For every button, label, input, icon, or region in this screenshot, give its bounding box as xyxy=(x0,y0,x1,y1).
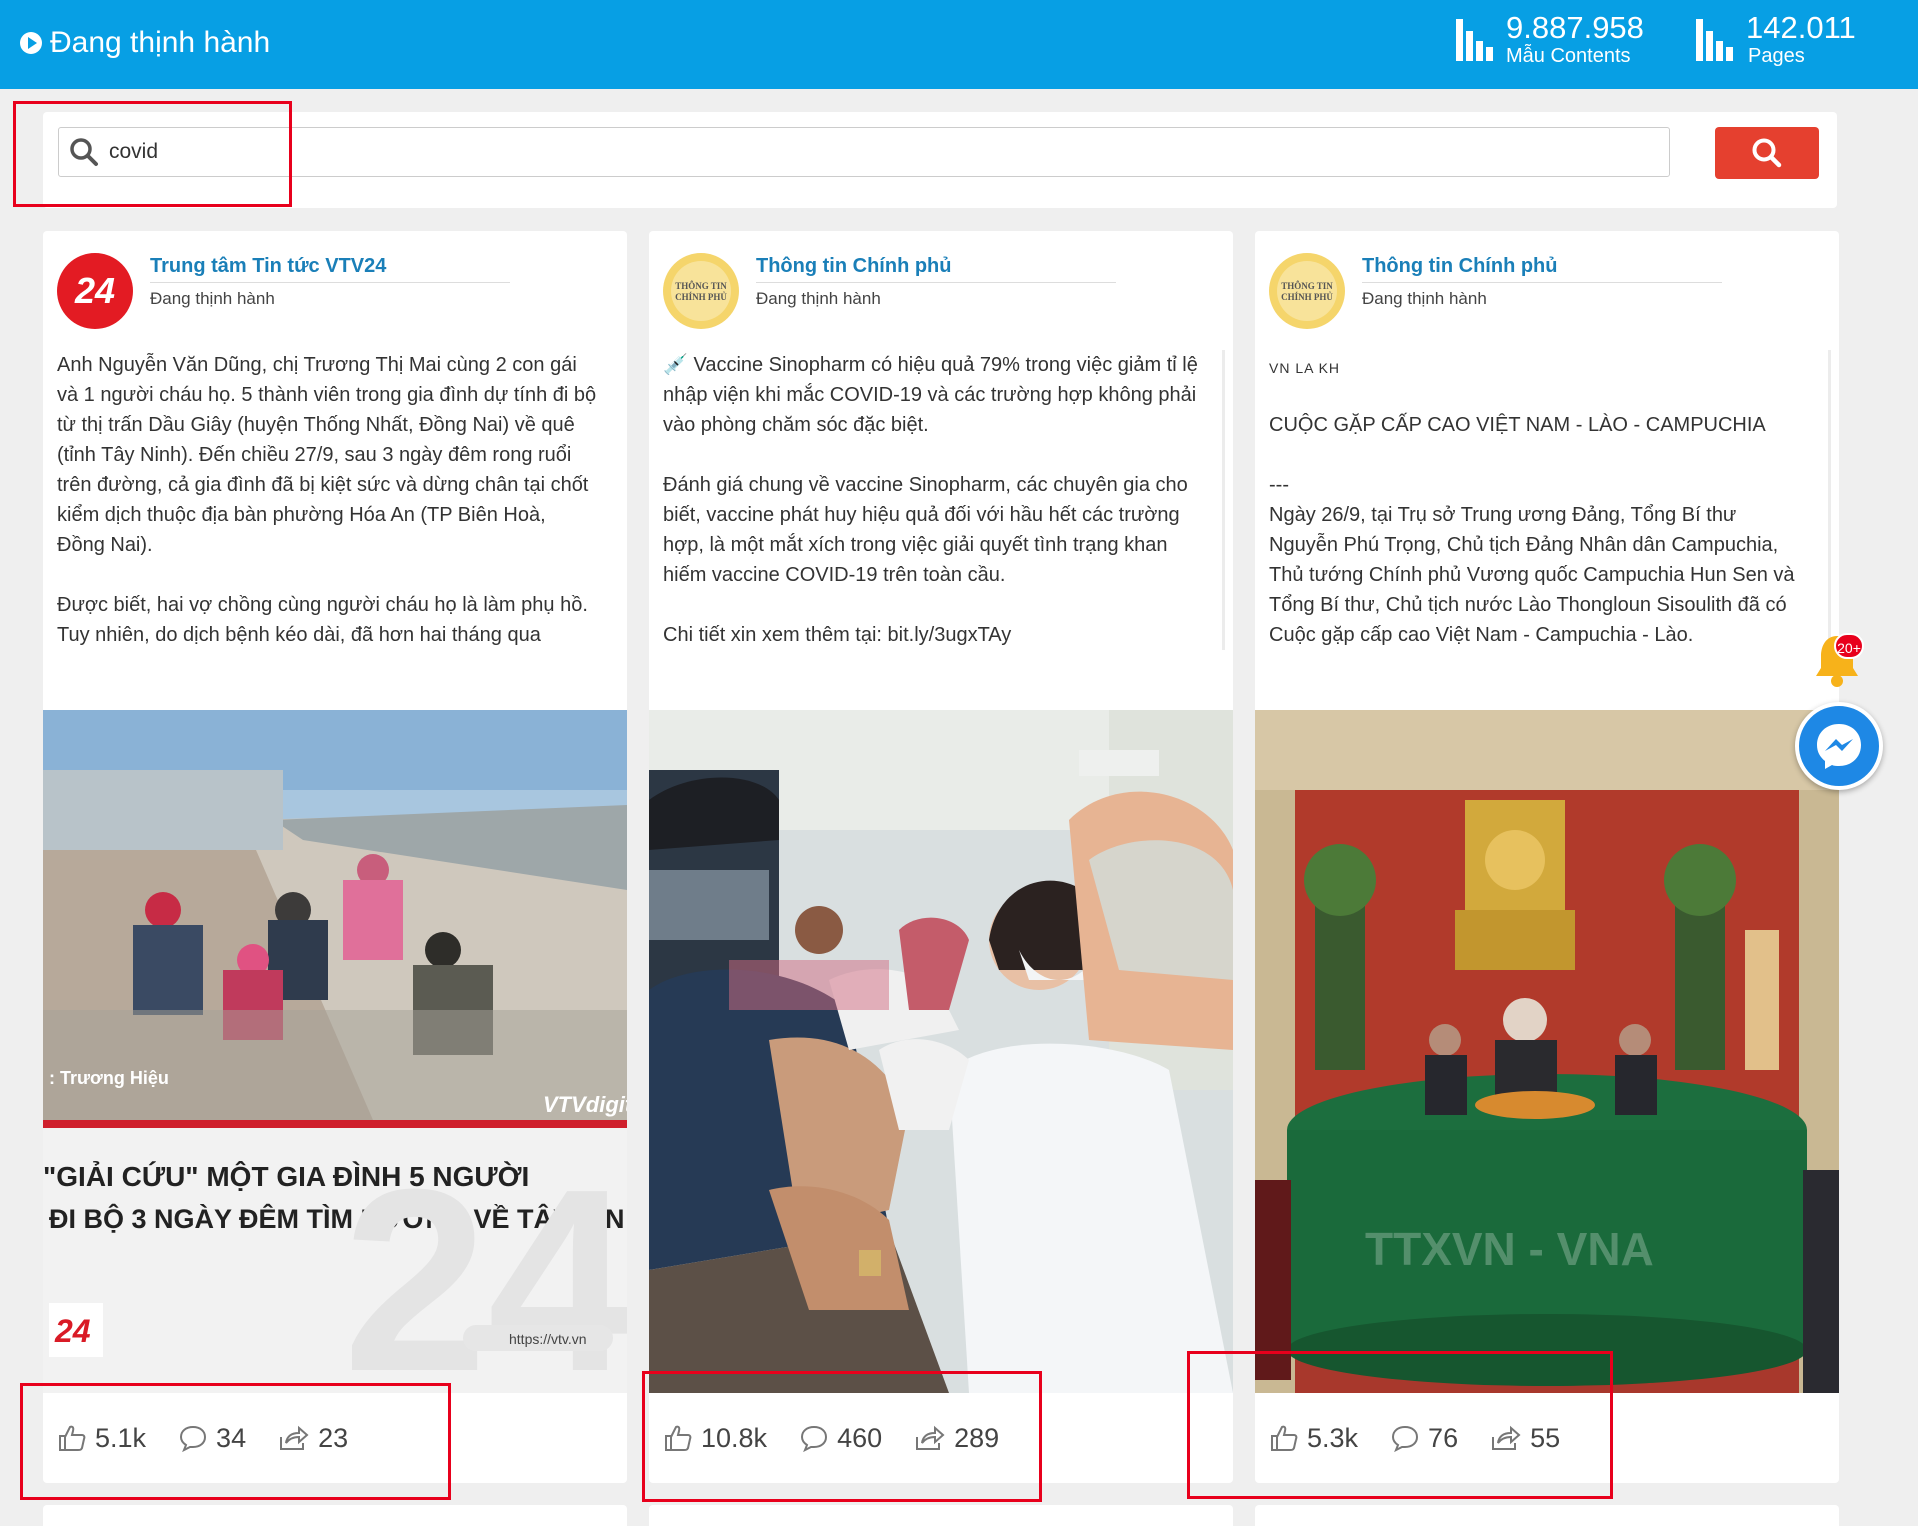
svg-text:THÔNG TIN: THÔNG TIN xyxy=(1281,281,1333,291)
post-card: THÔNG TIN CHÍNH PHỦ Thông tin Chính phủ Đ… xyxy=(1255,231,1839,1483)
page-subtitle: Đang thịnh hành xyxy=(150,289,275,308)
messenger-button[interactable] xyxy=(1795,702,1883,790)
content-scrollbar[interactable] xyxy=(1222,350,1225,650)
post-image[interactable]: : Trương Hiệu VTVdigit "GIẢI CỨU" MỘT GI… xyxy=(43,710,627,1393)
search-icon xyxy=(1752,138,1782,168)
highlight-stats-1 xyxy=(20,1383,451,1500)
stat-contents: 9.887.958 Mẫu Contents xyxy=(1456,12,1644,68)
image-logo: 24 xyxy=(54,1313,91,1349)
image-url: https://vtv.vn xyxy=(509,1331,587,1347)
page-name-link[interactable]: Thông tin Chính phủ xyxy=(1362,255,1558,278)
post-content: CUỘC GẶP CẤP CAO VIỆT NAM - LÀO - CAMPUC… xyxy=(1269,414,1795,646)
stat-pages-label: Pages xyxy=(1748,45,1805,67)
flags-line: VN LA KH xyxy=(1269,360,1341,376)
bar-chart-icon xyxy=(1456,19,1496,61)
page-subtitle: Đang thịnh hành xyxy=(756,289,881,308)
page-avatar[interactable]: THÔNG TIN CHÍNH PHỦ xyxy=(1269,253,1345,329)
post-content: 💉 Vaccine Sinopharm có hiệu quả 79% tron… xyxy=(663,354,1198,646)
notification-badge: 20+ xyxy=(1834,633,1864,659)
image-watermark: 24 xyxy=(343,1136,627,1393)
image-watermark: TTXVN - VNA xyxy=(1365,1223,1654,1275)
page-name-link[interactable]: Trung tâm Tin tức VTV24 xyxy=(150,255,386,278)
post-image[interactable]: TTXVN - VNA xyxy=(1255,710,1839,1393)
stat-contents-label: Mẫu Contents xyxy=(1506,45,1631,67)
content-scrollbar[interactable] xyxy=(1828,350,1831,650)
svg-text:THÔNG TIN: THÔNG TIN xyxy=(675,281,727,291)
post-card-next xyxy=(43,1505,627,1526)
image-brand: VTVdigit xyxy=(543,1092,627,1117)
post-card-next xyxy=(1255,1505,1839,1526)
post-content: Anh Nguyễn Văn Dũng, chị Trương Thị Mai … xyxy=(57,354,597,646)
top-header: Đang thịnh hành 9.887.958 Mẫu Contents 1… xyxy=(0,0,1918,89)
stat-contents-value: 9.887.958 xyxy=(1506,10,1644,45)
brand[interactable]: Đang thịnh hành xyxy=(20,26,270,60)
search-box[interactable] xyxy=(58,127,1670,177)
play-icon xyxy=(20,32,42,54)
post-card: 24 Trung tâm Tin tức VTV24 Đang thịnh hà… xyxy=(43,231,627,1483)
svg-text:CHÍNH PHỦ: CHÍNH PHỦ xyxy=(1281,292,1333,302)
avatar-logo-text: 24 xyxy=(74,270,115,311)
stat-pages: 142.011 Pages xyxy=(1696,12,1856,68)
search-button[interactable] xyxy=(1715,127,1819,179)
post-image[interactable] xyxy=(649,710,1233,1393)
page-name-link[interactable]: Thông tin Chính phủ xyxy=(756,255,952,278)
highlight-search xyxy=(13,101,292,207)
svg-text:CHÍNH PHỦ: CHÍNH PHỦ xyxy=(675,292,727,302)
page-avatar[interactable]: 24 xyxy=(57,253,133,329)
stat-pages-value: 142.011 xyxy=(1746,10,1856,45)
search-input[interactable] xyxy=(109,140,1609,164)
header-title: Đang thịnh hành xyxy=(50,26,271,59)
post-card-next xyxy=(649,1505,1233,1526)
page-subtitle: Đang thịnh hành xyxy=(1362,289,1487,308)
highlight-stats-3 xyxy=(1187,1351,1613,1499)
image-caption: : Trương Hiệu xyxy=(49,1068,169,1088)
post-card: THÔNG TIN CHÍNH PHỦ Thông tin Chính phủ Đ… xyxy=(649,231,1233,1483)
messenger-icon xyxy=(1817,724,1861,769)
page-avatar[interactable]: THÔNG TIN CHÍNH PHỦ xyxy=(663,253,739,329)
search-panel xyxy=(43,112,1837,208)
bar-chart-icon xyxy=(1696,19,1736,61)
highlight-stats-2 xyxy=(642,1371,1042,1502)
